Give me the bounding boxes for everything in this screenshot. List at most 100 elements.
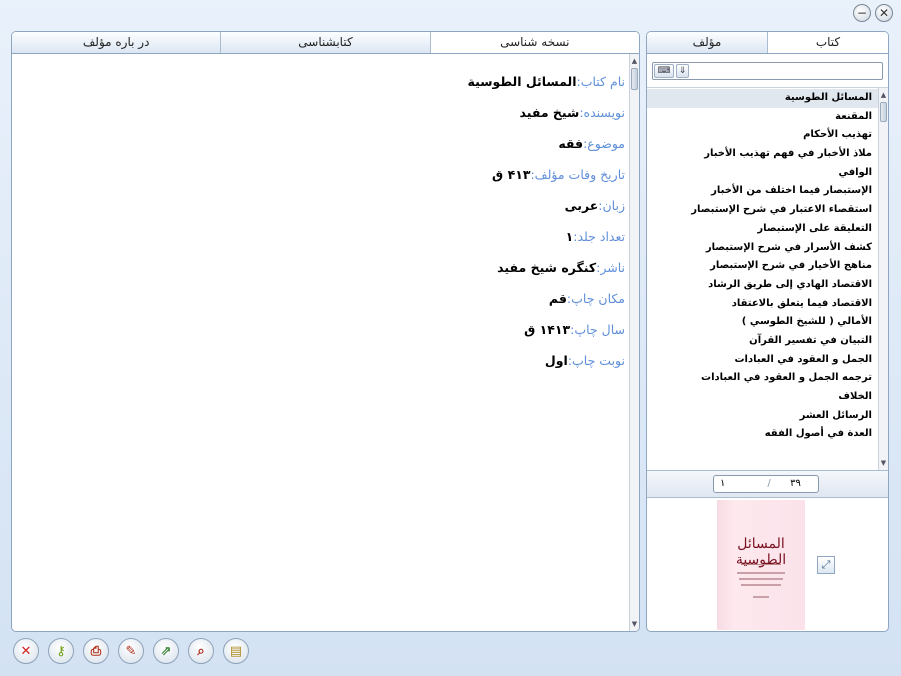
detail-value: المسائل الطوسية bbox=[467, 74, 577, 89]
detail-row: مكان چاپ: قم bbox=[468, 283, 625, 314]
list-item[interactable]: تهذيب الأحكام bbox=[647, 126, 878, 145]
list-item[interactable]: ملاذ الأخبار في فهم تهذيب الأخبار bbox=[647, 145, 878, 164]
scroll-up-icon[interactable]: ▲ bbox=[630, 56, 639, 66]
print-button[interactable]: ⎙ bbox=[83, 638, 109, 664]
close-button[interactable]: ✕ bbox=[13, 638, 39, 664]
notes-icon: ▤ bbox=[229, 643, 243, 659]
list-item[interactable]: الرسائل العشر bbox=[647, 407, 878, 426]
detail-label: تعداد جلد: bbox=[573, 229, 625, 244]
detail-value: قم bbox=[548, 291, 567, 306]
arrow-down-icon[interactable]: ⇓ bbox=[676, 64, 689, 78]
details-scrollbar[interactable]: ▲ ▼ bbox=[629, 54, 639, 631]
page-total: ۳۹ bbox=[790, 478, 801, 489]
cover-line bbox=[737, 572, 785, 574]
detail-value: شيخ مفيد bbox=[519, 105, 580, 120]
list-item[interactable]: استقصاء الاعتبار في شرح الإستبصار bbox=[647, 201, 878, 220]
tab-book[interactable]: کتاب bbox=[767, 32, 888, 53]
tab-manuscript[interactable]: نسخه شناسی bbox=[429, 32, 639, 53]
search-input[interactable] bbox=[691, 64, 880, 78]
expand-icon[interactable]: ⤢ bbox=[817, 556, 835, 574]
search-button[interactable]: ⌕ bbox=[188, 638, 214, 664]
book-list-container: المسائل الطوسية المقنعة تهذيب الأحكام مل… bbox=[647, 87, 888, 470]
book-cover: المسائل الطوسية bbox=[717, 500, 805, 630]
details-tabs: در باره مؤلف کتابشناسی نسخه شناسی bbox=[12, 32, 639, 54]
list-item[interactable]: الوافي bbox=[647, 164, 878, 183]
page-indicator[interactable]: ۱ / ۳۹ bbox=[713, 475, 819, 493]
search-bar: ⌨ ⇓ bbox=[652, 62, 883, 80]
detail-row: سال چاپ: ۱۴۱۳ ق bbox=[468, 314, 625, 345]
detail-value: عربى bbox=[564, 198, 599, 213]
page-separator: / bbox=[767, 478, 771, 489]
tab-bibliography[interactable]: کتابشناسی bbox=[220, 32, 430, 53]
printer-icon: ⎙ bbox=[90, 643, 102, 659]
detail-label: مكان چاپ: bbox=[566, 291, 625, 306]
detail-row: موضوع: فقه bbox=[468, 128, 625, 159]
detail-label: زبان: bbox=[598, 198, 625, 213]
detail-label: نام کتاب: bbox=[576, 74, 625, 89]
key-button[interactable]: ⚷ bbox=[48, 638, 74, 664]
notes-button[interactable]: ▤ bbox=[223, 638, 249, 664]
books-panel: مؤلف کتاب ⌨ ⇓ المسائل الطوسية المقنعة ته… bbox=[646, 31, 889, 632]
detail-row: نويسنده: شيخ مفيد bbox=[468, 97, 626, 128]
edit-icon: ✎ bbox=[125, 643, 137, 659]
detail-label: موضوع: bbox=[583, 136, 625, 151]
cover-line bbox=[741, 584, 781, 586]
scroll-down-icon[interactable]: ▼ bbox=[879, 458, 888, 468]
magnifier-icon: ⌕ bbox=[197, 643, 205, 659]
book-list: المسائل الطوسية المقنعة تهذيب الأحكام مل… bbox=[647, 89, 878, 444]
keyboard-icon[interactable]: ⌨ bbox=[654, 64, 674, 78]
list-item[interactable]: مناهج الأخيار في شرح الإستبصار bbox=[647, 257, 878, 276]
page-current: ۱ bbox=[720, 478, 726, 489]
list-item[interactable]: كشف الأسرار في شرح الإستبصار bbox=[647, 239, 878, 258]
cover-line bbox=[741, 564, 781, 565]
list-item[interactable]: التعليقة على الإستبصار bbox=[647, 220, 878, 239]
detail-label: تاريخ وفات مؤلف: bbox=[530, 167, 625, 182]
list-item[interactable]: الإستبصار فيما اختلف من الأخبار bbox=[647, 182, 878, 201]
book-list-scrollbar[interactable]: ▲ ▼ bbox=[878, 88, 888, 470]
detail-label: ناشر: bbox=[596, 260, 625, 275]
details-panel: در باره مؤلف کتابشناسی نسخه شناسی نام کت… bbox=[11, 31, 640, 632]
detail-row: تاريخ وفات مؤلف: ۴۱۳ ق bbox=[468, 159, 625, 190]
close-window-button[interactable]: ✕ bbox=[875, 4, 893, 22]
tab-author[interactable]: مؤلف bbox=[647, 32, 767, 53]
edit-button[interactable]: ✎ bbox=[118, 638, 144, 664]
export-icon: ⇗ bbox=[160, 643, 172, 659]
detail-value: ۱۴۱۳ ق bbox=[524, 322, 571, 337]
detail-label: نوبت چاپ: bbox=[567, 353, 625, 368]
book-details: نام کتاب: المسائل الطوسية نويسنده: شيخ مفي… bbox=[468, 66, 625, 376]
list-item[interactable]: الاقتصاد فيما يتعلق بالاعتقاد bbox=[647, 295, 878, 314]
list-item[interactable]: التبيان في تفسير القرآن bbox=[647, 332, 878, 351]
scroll-thumb[interactable] bbox=[631, 68, 638, 90]
list-item[interactable]: ترجمه الجمل و العقود في العبادات bbox=[647, 369, 878, 388]
list-item[interactable]: الجمل و العقود في العبادات bbox=[647, 351, 878, 370]
detail-row: تعداد جلد: ۱ bbox=[468, 221, 625, 252]
minimize-button[interactable]: − bbox=[853, 4, 871, 22]
detail-label: نويسنده: bbox=[579, 105, 625, 120]
export-button[interactable]: ⇗ bbox=[153, 638, 179, 664]
close-icon: ✕ bbox=[20, 643, 32, 659]
tab-about-author[interactable]: در باره مؤلف bbox=[12, 32, 221, 53]
scroll-down-icon[interactable]: ▼ bbox=[630, 619, 639, 629]
list-item[interactable]: العدة في أصول الفقه bbox=[647, 425, 878, 444]
pager-strip: ۱ / ۳۹ bbox=[647, 470, 888, 498]
detail-value: اول bbox=[544, 353, 568, 368]
scroll-thumb[interactable] bbox=[880, 102, 887, 122]
key-icon: ⚷ bbox=[56, 643, 66, 659]
cover-line bbox=[739, 578, 783, 580]
detail-value: ۴۱۳ ق bbox=[492, 167, 531, 182]
list-item[interactable]: الأمالي ( للشيخ الطوسي ) bbox=[647, 313, 878, 332]
list-item[interactable]: المسائل الطوسية bbox=[647, 89, 878, 108]
list-item[interactable]: المقنعة bbox=[647, 108, 878, 127]
detail-row: نوبت چاپ: اول bbox=[468, 345, 625, 376]
cover-line bbox=[753, 596, 769, 598]
detail-value: كنگره شيخ مفيد bbox=[497, 260, 597, 275]
title-bar: − ✕ bbox=[0, 0, 901, 26]
scroll-up-icon[interactable]: ▲ bbox=[879, 90, 888, 100]
list-item[interactable]: الاقتصاد الهادي إلى طريق الرشاد bbox=[647, 276, 878, 295]
detail-row: ناشر: كنگره شيخ مفيد bbox=[468, 252, 625, 283]
detail-row: نام کتاب: المسائل الطوسية bbox=[468, 66, 625, 97]
list-item[interactable]: الخلاف bbox=[647, 388, 878, 407]
detail-row: زبان: عربى bbox=[468, 190, 625, 221]
detail-value: ۱ bbox=[565, 229, 574, 244]
books-tabs: مؤلف کتاب bbox=[647, 32, 888, 54]
